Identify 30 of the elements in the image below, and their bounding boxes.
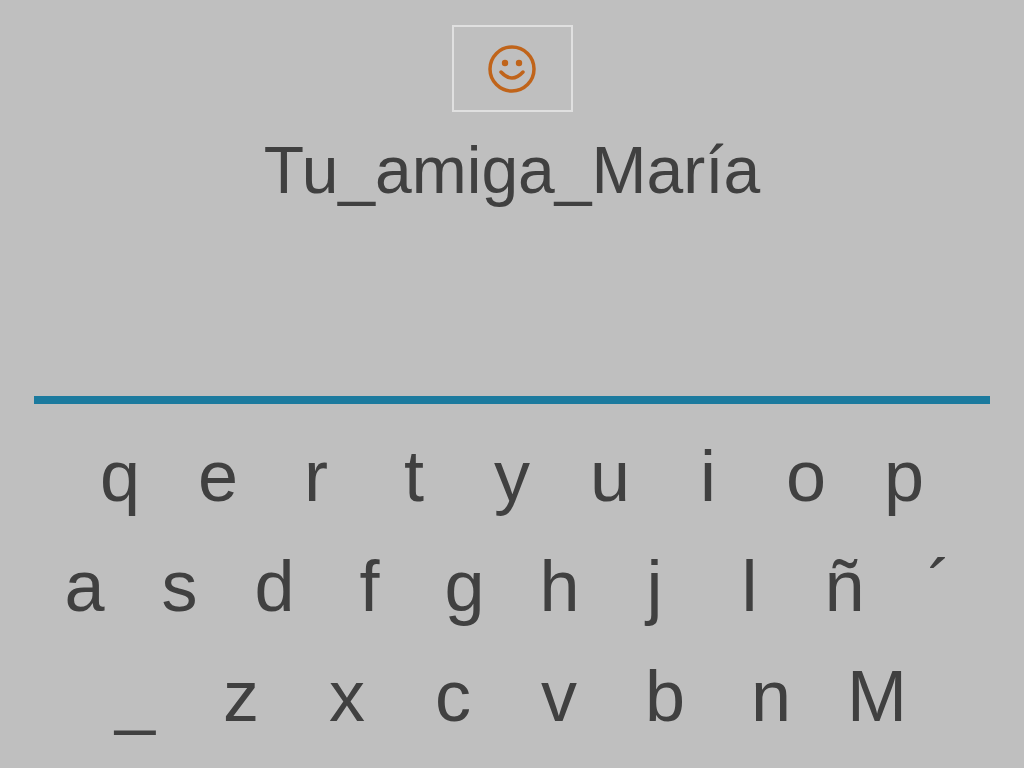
letter-key[interactable]: o: [757, 426, 855, 526]
letter-key[interactable]: h: [512, 536, 607, 636]
letter-key[interactable]: y: [463, 426, 561, 526]
answer-text: Tu_amiga_María: [263, 132, 761, 209]
letter-key[interactable]: g: [417, 536, 512, 636]
letter-key[interactable]: ñ: [797, 536, 892, 636]
letter-key[interactable]: d: [227, 536, 322, 636]
letter-key[interactable]: n: [718, 646, 824, 746]
letter-key[interactable]: M: [824, 646, 930, 746]
letter-key[interactable]: p: [855, 426, 953, 526]
letter-key[interactable]: c: [400, 646, 506, 746]
letter-key[interactable]: l: [702, 536, 797, 636]
letter-key[interactable]: z: [188, 646, 294, 746]
hint-button[interactable]: [451, 25, 573, 112]
letter-key[interactable]: _: [82, 646, 188, 746]
letter-key[interactable]: i: [659, 426, 757, 526]
letter-key[interactable]: b: [612, 646, 718, 746]
smiley-icon: [487, 43, 537, 94]
letter-key[interactable]: v: [506, 646, 612, 746]
letter-key[interactable]: u: [561, 426, 659, 526]
letter-key[interactable]: e: [169, 426, 267, 526]
letter-key[interactable]: ´: [892, 536, 987, 636]
letter-key[interactable]: q: [71, 426, 169, 526]
letter-key[interactable]: x: [294, 646, 400, 746]
letter-key[interactable]: r: [267, 426, 365, 526]
letter-key[interactable]: a: [37, 536, 132, 636]
letter-key[interactable]: s: [132, 536, 227, 636]
letter-key[interactable]: f: [322, 536, 417, 636]
letter-key[interactable]: t: [365, 426, 463, 526]
letter-key[interactable]: j: [607, 536, 702, 636]
